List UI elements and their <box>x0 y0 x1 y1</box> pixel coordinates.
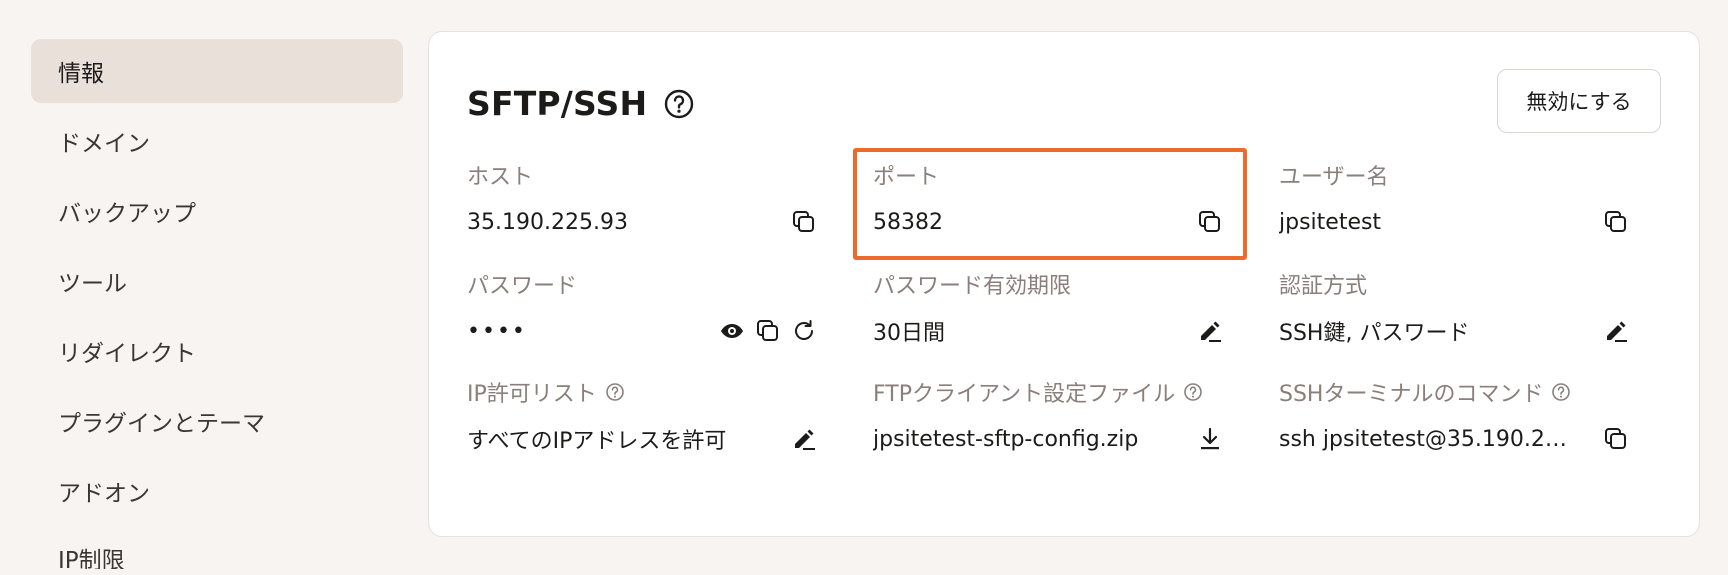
copy-icon[interactable] <box>1603 209 1629 235</box>
refresh-icon[interactable] <box>791 318 817 344</box>
ip-allowlist-value: すべてのIPアドレスを許可 <box>467 429 727 454</box>
sidebar-item-info[interactable]: 情報 <box>31 39 403 103</box>
ftp-config-field: FTPクライアント設定ファイル jpsitetest-sftp-config.z… <box>873 377 1223 452</box>
edit-icon[interactable] <box>1603 318 1629 344</box>
auth-method-label: 認証方式 <box>1279 274 1368 299</box>
sidebar-item-label: ツール <box>58 271 127 297</box>
ftp-config-value: jpsitetest-sftp-config.zip <box>873 426 1139 452</box>
help-circle-icon[interactable] <box>605 382 625 402</box>
sidebar-item-backups[interactable]: バックアップ <box>31 179 403 243</box>
sidebar-item-label: アドオン <box>58 481 150 507</box>
auth-method-value: SSH鍵, パスワード <box>1279 321 1470 346</box>
auth-method-field: 認証方式 SSH鍵, パスワード <box>1279 269 1629 346</box>
port-label: ポート <box>873 165 940 190</box>
port-value: 58382 <box>873 209 943 235</box>
port-field: ポート 58382 <box>873 160 1223 235</box>
sidebar-item-label: ドメイン <box>58 131 150 157</box>
sidebar-item-label: バックアップ <box>58 201 196 227</box>
sidebar-item-addons[interactable]: アドオン <box>31 459 403 523</box>
password-expiry-field: パスワード有効期限 30日間 <box>873 269 1223 346</box>
eye-icon[interactable] <box>719 318 745 344</box>
sidebar-nav: 情報 ドメイン バックアップ ツール リダイレクト プラグインとテーマ アドオン… <box>31 39 403 575</box>
password-value: •••• <box>467 318 527 344</box>
password-field: パスワード •••• <box>467 269 817 344</box>
username-label: ユーザー名 <box>1279 165 1389 190</box>
edit-icon[interactable] <box>791 426 817 452</box>
sidebar-item-tools[interactable]: ツール <box>31 249 403 313</box>
disable-button[interactable]: 無効にする <box>1497 69 1661 133</box>
sidebar-item-ip-restrictions[interactable]: IP制限 <box>31 529 403 569</box>
sidebar-item-label: プラグインとテーマ <box>58 411 265 437</box>
card-header: SFTP/SSH <box>467 84 695 123</box>
copy-icon[interactable] <box>755 318 781 344</box>
download-icon[interactable] <box>1197 426 1223 452</box>
username-value: jpsitetest <box>1279 209 1382 235</box>
ssh-command-field: SSHターミナルのコマンド ssh jpsitetest@35.190.225.… <box>1279 377 1629 452</box>
copy-icon[interactable] <box>791 209 817 235</box>
username-field: ユーザー名 jpsitetest <box>1279 160 1629 235</box>
sftp-ssh-card: SFTP/SSH 無効にする ホスト 35.190.225.93 ポート 583… <box>428 31 1700 537</box>
ssh-command-label: SSHターミナルのコマンド <box>1279 382 1544 407</box>
host-value: 35.190.225.93 <box>467 209 628 235</box>
copy-icon[interactable] <box>1603 426 1629 452</box>
copy-icon[interactable] <box>1197 209 1223 235</box>
password-expiry-value: 30日間 <box>873 321 945 346</box>
edit-icon[interactable] <box>1197 318 1223 344</box>
ip-allowlist-field: IP許可リスト すべてのIPアドレスを許可 <box>467 377 817 454</box>
sidebar-item-plugins-themes[interactable]: プラグインとテーマ <box>31 389 403 453</box>
host-field: ホスト 35.190.225.93 <box>467 160 817 235</box>
ssh-command-value: ssh jpsitetest@35.190.225... <box>1279 426 1579 452</box>
help-circle-icon[interactable] <box>663 88 695 120</box>
help-circle-icon[interactable] <box>1183 382 1203 402</box>
sidebar-item-label: IP制限 <box>58 548 125 569</box>
sidebar-item-label: リダイレクト <box>58 341 196 367</box>
sidebar-item-domains[interactable]: ドメイン <box>31 109 403 173</box>
sidebar-item-label: 情報 <box>58 61 104 87</box>
sidebar-item-redirects[interactable]: リダイレクト <box>31 319 403 383</box>
password-label: パスワード <box>467 274 578 299</box>
card-title: SFTP/SSH <box>467 84 648 123</box>
help-circle-icon[interactable] <box>1551 382 1571 402</box>
ftp-config-label: FTPクライアント設定ファイル <box>873 382 1176 407</box>
host-label: ホスト <box>467 165 534 190</box>
password-expiry-label: パスワード有効期限 <box>873 274 1072 299</box>
ip-allowlist-label: IP許可リスト <box>467 382 597 407</box>
